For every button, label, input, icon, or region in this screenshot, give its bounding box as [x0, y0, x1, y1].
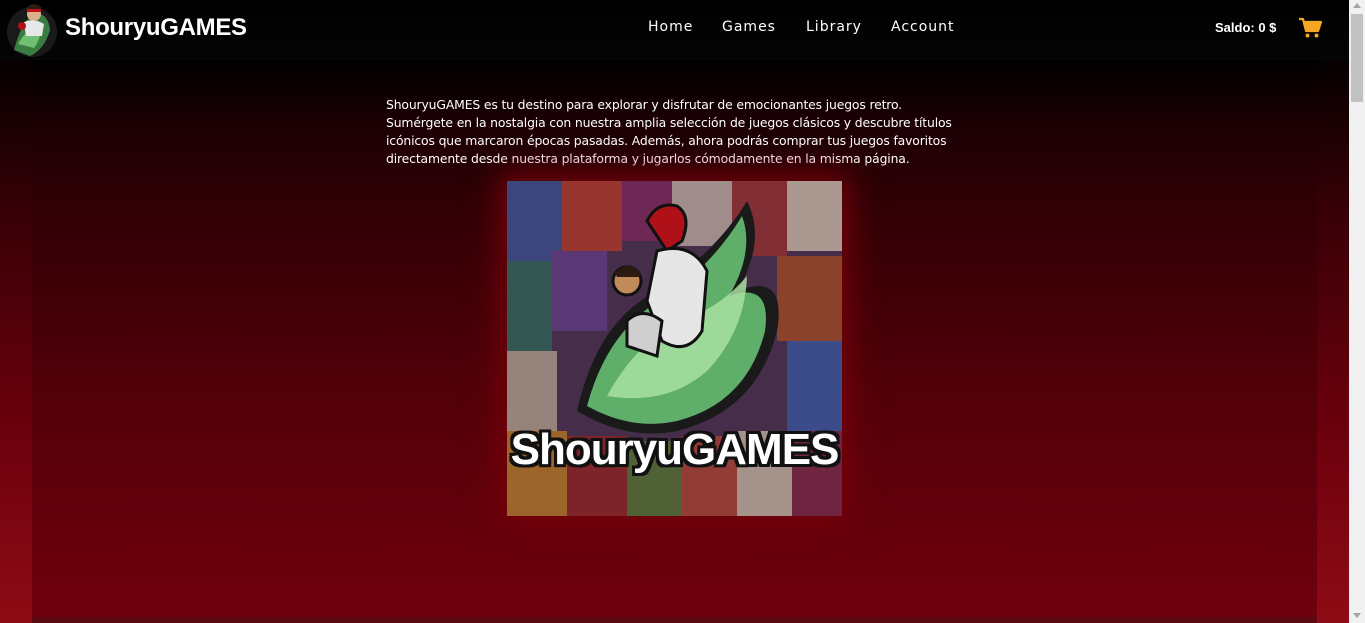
nav-account[interactable]: Account — [891, 19, 955, 35]
scroll-down-arrow-icon[interactable] — [1353, 613, 1361, 618]
hero-logo-image: ShouryuGAMES — [507, 181, 842, 516]
scroll-up-arrow-icon[interactable] — [1353, 3, 1361, 8]
page-viewport: ShouryuGAMES Home Games Library Account … — [0, 0, 1349, 623]
balance-label: Saldo: 0 $ — [1215, 20, 1277, 35]
nav-library[interactable]: Library — [806, 19, 862, 35]
brand-title[interactable]: ShouryuGAMES — [65, 14, 247, 42]
nav-home[interactable]: Home — [648, 19, 693, 35]
content-panel-bottom-edge — [32, 617, 1317, 623]
intro-paragraph: ShouryuGAMES es tu destino para explorar… — [386, 97, 952, 166]
scrollbar-thumb[interactable] — [1351, 14, 1363, 102]
hero-logo-text: ShouryuGAMES — [510, 425, 840, 474]
fighter-avatar-icon[interactable] — [4, 0, 60, 60]
nav-games[interactable]: Games — [722, 19, 776, 35]
top-navbar: ShouryuGAMES Home Games Library Account … — [0, 0, 1349, 60]
shopping-cart-icon[interactable] — [1298, 17, 1323, 39]
vertical-scrollbar[interactable] — [1349, 0, 1365, 623]
